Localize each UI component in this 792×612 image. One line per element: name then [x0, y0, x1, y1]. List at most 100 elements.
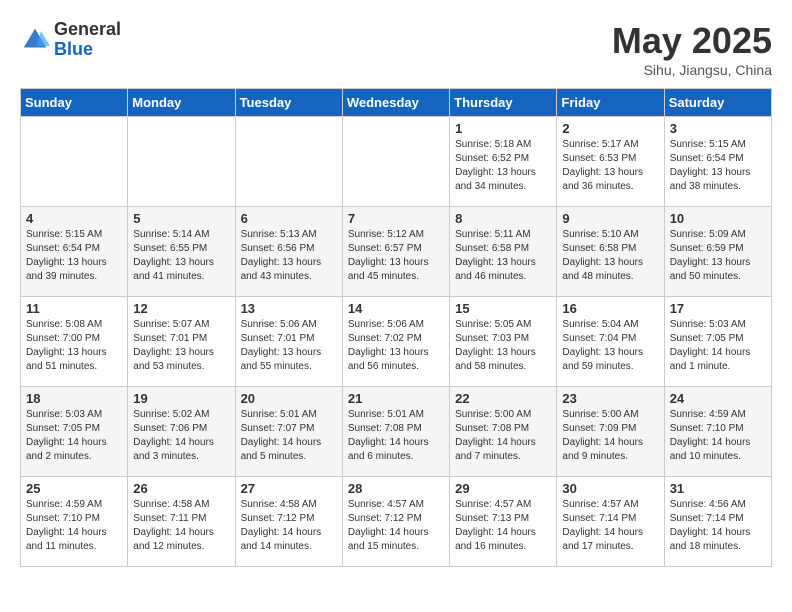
cell-info: Sunrise: 5:09 AM Sunset: 6:59 PM Dayligh…: [670, 228, 766, 284]
day-number: 9: [562, 211, 658, 226]
calendar-cell: 11 Sunrise: 5:08 AM Sunset: 7:00 PM Dayli…: [21, 297, 128, 387]
calendar-cell: 19 Sunrise: 5:02 AM Sunset: 7:06 PM Dayli…: [128, 387, 235, 477]
cell-info: Sunrise: 5:03 AM Sunset: 7:05 PM Dayligh…: [670, 318, 766, 374]
calendar-cell: 10Sunrise: 5:09 AM Sunset: 6:59 PM Dayli…: [664, 207, 771, 297]
day-number: 8: [455, 211, 551, 226]
day-number: 3: [670, 121, 766, 136]
day-number: 7: [348, 211, 444, 226]
calendar-cell: [235, 117, 342, 207]
cell-info: Sunrise: 5:01 AM Sunset: 7:07 PM Dayligh…: [241, 408, 337, 464]
cell-info: Sunrise: 5:05 AM Sunset: 7:03 PM Dayligh…: [455, 318, 551, 374]
cell-info: Sunrise: 5:10 AM Sunset: 6:58 PM Dayligh…: [562, 228, 658, 284]
title-block: May 2025 Sihu, Jiangsu, China: [612, 20, 772, 78]
calendar-cell: 16 Sunrise: 5:04 AM Sunset: 7:04 PM Dayli…: [557, 297, 664, 387]
day-header-wednesday: Wednesday: [342, 89, 449, 117]
calendar-cell: 30Sunrise: 4:57 AM Sunset: 7:14 PM Dayli…: [557, 477, 664, 567]
cell-info: Sunrise: 5:06 AM Sunset: 7:02 PM Dayligh…: [348, 318, 444, 374]
calendar-cell: [342, 117, 449, 207]
day-number: 24: [670, 391, 766, 406]
day-header-tuesday: Tuesday: [235, 89, 342, 117]
cell-info: Sunrise: 5:00 AM Sunset: 7:09 PM Dayligh…: [562, 408, 658, 464]
week-row-3: 11 Sunrise: 5:08 AM Sunset: 7:00 PM Dayli…: [21, 297, 772, 387]
cell-info: Sunrise: 5:14 AM Sunset: 6:55 PM Dayligh…: [133, 228, 229, 284]
location: Sihu, Jiangsu, China: [612, 62, 772, 78]
calendar-cell: 6 Sunrise: 5:13 AM Sunset: 6:56 PM Daylig…: [235, 207, 342, 297]
day-number: 23: [562, 391, 658, 406]
day-number: 29: [455, 481, 551, 496]
day-number: 16: [562, 301, 658, 316]
day-number: 21: [348, 391, 444, 406]
cell-info: Sunrise: 5:08 AM Sunset: 7:00 PM Dayligh…: [26, 318, 122, 374]
cell-info: Sunrise: 4:59 AM Sunset: 7:10 PM Dayligh…: [670, 408, 766, 464]
day-header-friday: Friday: [557, 89, 664, 117]
day-header-sunday: Sunday: [21, 89, 128, 117]
calendar-cell: 20 Sunrise: 5:01 AM Sunset: 7:07 PM Dayli…: [235, 387, 342, 477]
calendar-cell: 5 Sunrise: 5:14 AM Sunset: 6:55 PM Daylig…: [128, 207, 235, 297]
cell-info: Sunrise: 5:11 AM Sunset: 6:58 PM Dayligh…: [455, 228, 551, 284]
calendar-cell: 24 Sunrise: 4:59 AM Sunset: 7:10 PM Dayli…: [664, 387, 771, 477]
day-number: 14: [348, 301, 444, 316]
day-number: 30: [562, 481, 658, 496]
logo-icon: [20, 25, 50, 55]
calendar-cell: 14 Sunrise: 5:06 AM Sunset: 7:02 PM Dayli…: [342, 297, 449, 387]
calendar-cell: 1 Sunrise: 5:18 AM Sunset: 6:52 PM Daylig…: [450, 117, 557, 207]
week-row-2: 4Sunrise: 5:15 AM Sunset: 6:54 PM Daylig…: [21, 207, 772, 297]
calendar-cell: [21, 117, 128, 207]
day-number: 31: [670, 481, 766, 496]
day-header-monday: Monday: [128, 89, 235, 117]
cell-info: Sunrise: 5:18 AM Sunset: 6:52 PM Dayligh…: [455, 138, 551, 194]
cell-info: Sunrise: 5:13 AM Sunset: 6:56 PM Dayligh…: [241, 228, 337, 284]
day-number: 18: [26, 391, 122, 406]
calendar-cell: 22Sunrise: 5:00 AM Sunset: 7:08 PM Dayli…: [450, 387, 557, 477]
day-number: 26: [133, 481, 229, 496]
cell-info: Sunrise: 5:17 AM Sunset: 6:53 PM Dayligh…: [562, 138, 658, 194]
week-row-1: 1 Sunrise: 5:18 AM Sunset: 6:52 PM Daylig…: [21, 117, 772, 207]
cell-info: Sunrise: 5:03 AM Sunset: 7:05 PM Dayligh…: [26, 408, 122, 464]
day-number: 6: [241, 211, 337, 226]
calendar-cell: 4Sunrise: 5:15 AM Sunset: 6:54 PM Daylig…: [21, 207, 128, 297]
day-number: 28: [348, 481, 444, 496]
calendar-cell: 3 Sunrise: 5:15 AM Sunset: 6:54 PM Daylig…: [664, 117, 771, 207]
calendar-cell: 27 Sunrise: 4:58 AM Sunset: 7:12 PM Dayli…: [235, 477, 342, 567]
day-number: 19: [133, 391, 229, 406]
day-number: 11: [26, 301, 122, 316]
day-number: 15: [455, 301, 551, 316]
logo-blue-label: Blue: [54, 40, 121, 60]
week-row-5: 25Sunrise: 4:59 AM Sunset: 7:10 PM Dayli…: [21, 477, 772, 567]
cell-info: Sunrise: 5:04 AM Sunset: 7:04 PM Dayligh…: [562, 318, 658, 374]
day-number: 25: [26, 481, 122, 496]
calendar-cell: 21 Sunrise: 5:01 AM Sunset: 7:08 PM Dayli…: [342, 387, 449, 477]
cell-info: Sunrise: 5:00 AM Sunset: 7:08 PM Dayligh…: [455, 408, 551, 464]
cell-info: Sunrise: 4:58 AM Sunset: 7:11 PM Dayligh…: [133, 498, 229, 554]
cell-info: Sunrise: 5:07 AM Sunset: 7:01 PM Dayligh…: [133, 318, 229, 374]
day-number: 20: [241, 391, 337, 406]
calendar-cell: 2 Sunrise: 5:17 AM Sunset: 6:53 PM Daylig…: [557, 117, 664, 207]
cell-info: Sunrise: 5:12 AM Sunset: 6:57 PM Dayligh…: [348, 228, 444, 284]
calendar-cell: 25Sunrise: 4:59 AM Sunset: 7:10 PM Dayli…: [21, 477, 128, 567]
calendar-cell: 9 Sunrise: 5:10 AM Sunset: 6:58 PM Daylig…: [557, 207, 664, 297]
day-number: 1: [455, 121, 551, 136]
logo-text: General Blue: [54, 20, 121, 60]
day-number: 4: [26, 211, 122, 226]
calendar-cell: 29 Sunrise: 4:57 AM Sunset: 7:13 PM Dayli…: [450, 477, 557, 567]
cell-info: Sunrise: 5:01 AM Sunset: 7:08 PM Dayligh…: [348, 408, 444, 464]
cell-info: Sunrise: 5:15 AM Sunset: 6:54 PM Dayligh…: [670, 138, 766, 194]
calendar-cell: 28 Sunrise: 4:57 AM Sunset: 7:12 PM Dayli…: [342, 477, 449, 567]
cell-info: Sunrise: 4:57 AM Sunset: 7:13 PM Dayligh…: [455, 498, 551, 554]
cell-info: Sunrise: 4:58 AM Sunset: 7:12 PM Dayligh…: [241, 498, 337, 554]
logo-general-label: General: [54, 20, 121, 40]
cell-info: Sunrise: 4:57 AM Sunset: 7:12 PM Dayligh…: [348, 498, 444, 554]
page-header: General Blue May 2025 Sihu, Jiangsu, Chi…: [20, 20, 772, 78]
cell-info: Sunrise: 5:06 AM Sunset: 7:01 PM Dayligh…: [241, 318, 337, 374]
cell-info: Sunrise: 5:02 AM Sunset: 7:06 PM Dayligh…: [133, 408, 229, 464]
day-number: 27: [241, 481, 337, 496]
calendar-cell: 13Sunrise: 5:06 AM Sunset: 7:01 PM Dayli…: [235, 297, 342, 387]
header-row: SundayMondayTuesdayWednesdayThursdayFrid…: [21, 89, 772, 117]
month-title: May 2025: [612, 20, 772, 62]
day-number: 2: [562, 121, 658, 136]
calendar-cell: 18 Sunrise: 5:03 AM Sunset: 7:05 PM Dayli…: [21, 387, 128, 477]
calendar-cell: 23 Sunrise: 5:00 AM Sunset: 7:09 PM Dayli…: [557, 387, 664, 477]
day-header-saturday: Saturday: [664, 89, 771, 117]
day-number: 5: [133, 211, 229, 226]
calendar-cell: 12Sunrise: 5:07 AM Sunset: 7:01 PM Dayli…: [128, 297, 235, 387]
